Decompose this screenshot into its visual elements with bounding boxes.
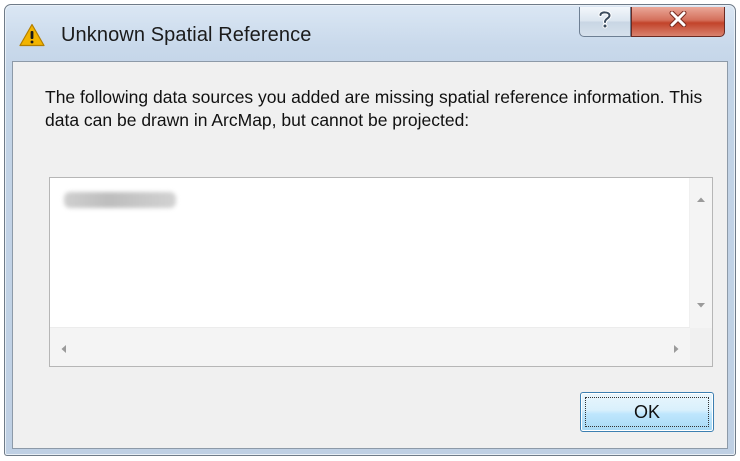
- scroll-up-arrow-icon[interactable]: [696, 190, 706, 208]
- dialog-window: Unknown Spatial Reference The following …: [4, 4, 736, 456]
- horizontal-scrollbar[interactable]: [50, 327, 690, 366]
- warning-icon: [19, 23, 45, 47]
- data-source-item-blurred[interactable]: [64, 192, 176, 208]
- ok-button-label: OK: [633, 401, 660, 422]
- vertical-scrollbar[interactable]: [689, 178, 712, 328]
- help-icon: [597, 9, 613, 34]
- help-button[interactable]: [579, 7, 631, 37]
- title-bar[interactable]: Unknown Spatial Reference: [5, 5, 735, 61]
- dialog-body: The following data sources you added are…: [12, 61, 728, 449]
- close-icon: [669, 10, 687, 32]
- window-title: Unknown Spatial Reference: [61, 24, 312, 46]
- message-text: The following data sources you added are…: [45, 87, 703, 130]
- scroll-down-arrow-icon[interactable]: [696, 296, 706, 314]
- data-sources-list[interactable]: [49, 177, 713, 367]
- scrollbar-corner: [690, 328, 712, 366]
- ok-button[interactable]: OK: [580, 392, 714, 432]
- scroll-right-arrow-icon[interactable]: [673, 341, 680, 359]
- close-button[interactable]: [631, 7, 725, 37]
- scroll-left-arrow-icon[interactable]: [60, 341, 67, 359]
